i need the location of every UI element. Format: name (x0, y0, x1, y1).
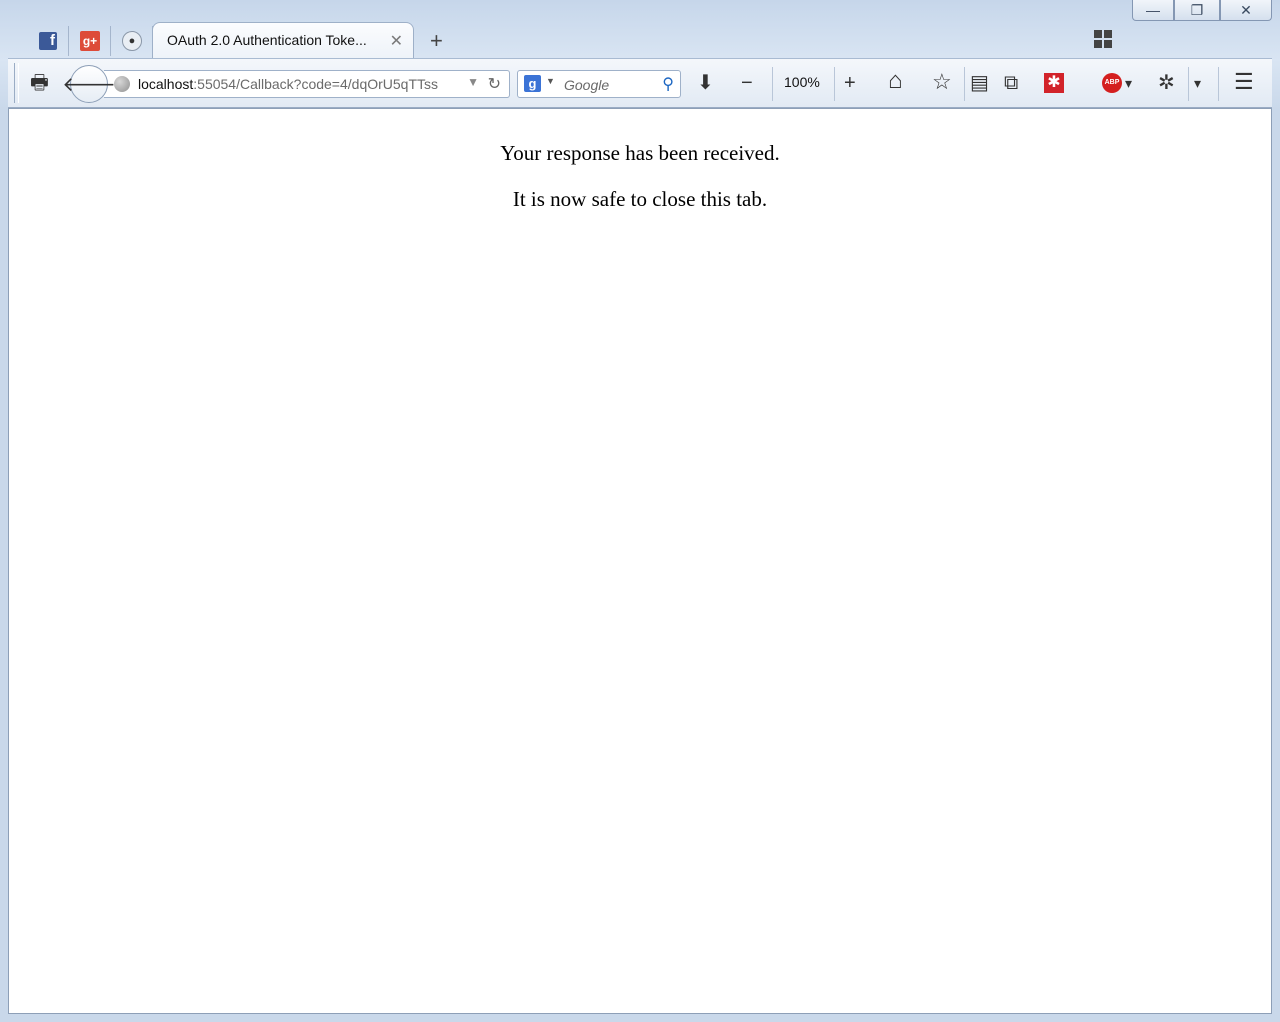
url-path: :55054/Callback?code=4/dqOrU5qTTss (193, 76, 439, 92)
firebug-icon[interactable]: ✲ (1158, 73, 1175, 93)
zoom-in-button[interactable]: + (844, 73, 856, 93)
hamburger-menu-icon[interactable]: ☰ (1234, 71, 1254, 93)
google-plus-icon: g+ (80, 31, 100, 51)
url-bar[interactable]: localhost:55054/Callback?code=4/dqOrU5qT… (104, 70, 510, 98)
google-engine-icon[interactable]: g (524, 75, 541, 92)
search-engine-dropdown-icon[interactable]: ▼ (546, 76, 555, 86)
tab-groups-icon[interactable] (1094, 30, 1112, 48)
browser-window: — ❐ ✕ f g+ ● OAuth 2.0 Authentication To… (0, 0, 1280, 1022)
pinned-tab-reddit[interactable]: ● (112, 26, 153, 56)
url-history-dropdown-icon[interactable]: ▼ (467, 75, 479, 89)
back-arrow-icon: 🡐 (62, 73, 116, 96)
pinned-tab-facebook[interactable]: f (28, 26, 69, 56)
bookmark-star-icon[interactable]: ☆ (932, 71, 952, 93)
print-icon[interactable]: 🖶 (30, 73, 49, 93)
search-icon[interactable]: ⚲ (662, 74, 674, 94)
firebug-dropdown-icon[interactable]: ▾ (1194, 73, 1201, 93)
search-input[interactable] (562, 74, 656, 96)
tab-strip: f g+ ● OAuth 2.0 Authentication Toke... … (0, 22, 1280, 58)
pinned-tab-google-plus[interactable]: g+ (70, 26, 111, 56)
adblock-plus-icon[interactable]: ABP (1102, 73, 1122, 93)
globe-icon (114, 76, 130, 92)
url-host: localhost (138, 76, 194, 92)
lastpass-icon[interactable]: ✱ (1044, 73, 1064, 93)
home-icon[interactable]: ⌂ (888, 69, 903, 93)
reddit-icon: ● (122, 31, 142, 51)
close-tab-instruction-text: It is now safe to close this tab. (512, 187, 768, 211)
window-controls: — ❐ ✕ (1132, 0, 1272, 21)
response-received-text: Your response has been received. (500, 141, 780, 165)
tab-title: OAuth 2.0 Authentication Toke... (167, 32, 367, 48)
reload-icon[interactable]: ↻ (488, 74, 501, 94)
back-button[interactable]: 🡐 (62, 65, 116, 103)
zoom-out-button[interactable]: − (741, 73, 753, 93)
facebook-icon: f (39, 32, 57, 50)
toolbar-grip (14, 63, 19, 103)
reading-list-icon[interactable]: ▤ (970, 73, 989, 93)
minimize-button[interactable]: — (1132, 0, 1174, 21)
restore-button[interactable]: ❐ (1174, 0, 1220, 21)
zoom-level[interactable]: 100% (784, 74, 820, 90)
page-content: Your response has been received. It is n… (8, 108, 1272, 1014)
close-tab-icon[interactable]: ✕ (390, 31, 403, 51)
evernote-icon[interactable]: ⧉ (1004, 73, 1018, 93)
navigation-toolbar: 🖶 localhost:55054/Callback?code=4/dqOrU5… (8, 58, 1272, 108)
download-icon[interactable]: ⬇ (697, 73, 714, 93)
new-tab-button[interactable]: + (430, 28, 443, 54)
search-bar[interactable]: g ▼ ⚲ (517, 70, 681, 98)
close-window-button[interactable]: ✕ (1220, 0, 1272, 21)
tab-oauth[interactable]: OAuth 2.0 Authentication Toke... ✕ (152, 22, 414, 58)
adblock-dropdown-icon[interactable]: ▾ (1125, 73, 1132, 93)
url-text[interactable]: localhost:55054/Callback?code=4/dqOrU5qT… (138, 76, 458, 92)
